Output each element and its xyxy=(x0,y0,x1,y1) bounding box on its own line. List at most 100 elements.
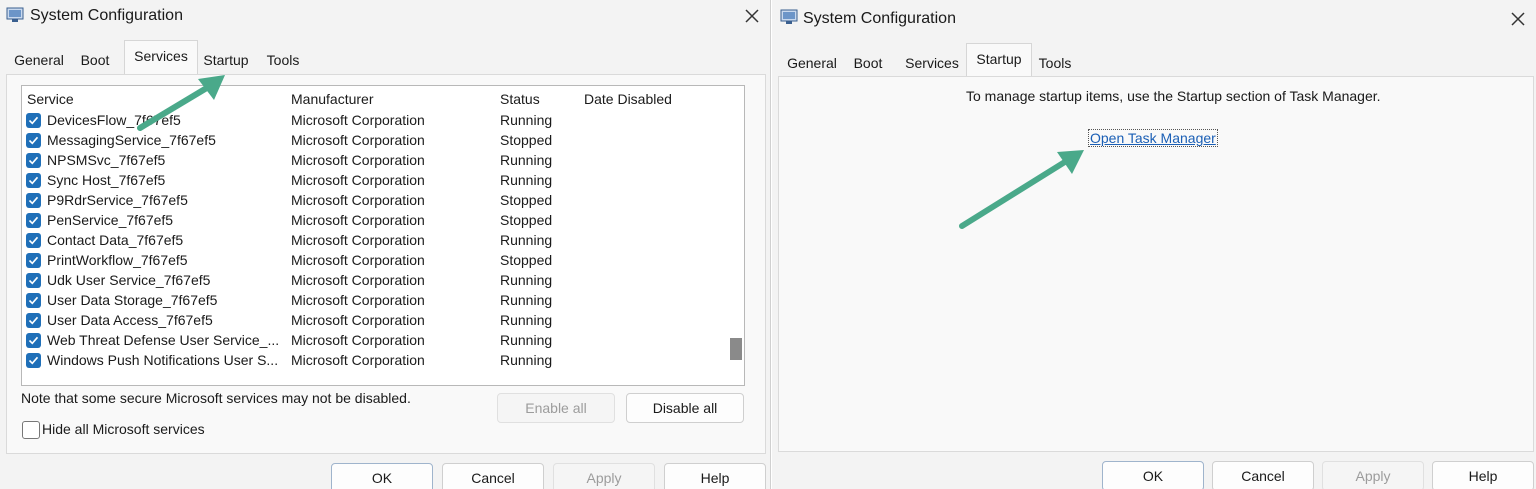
table-row[interactable]: Udk User Service_7f67ef5 Microsoft Corpor… xyxy=(22,271,722,291)
table-row[interactable]: PrintWorkflow_7f67ef5 Microsoft Corporati… xyxy=(22,251,722,271)
tab-startup[interactable]: Startup xyxy=(966,43,1032,78)
table-row[interactable]: P9RdrService_7f67ef5 Microsoft Corporatio… xyxy=(22,191,722,211)
service-status: Running xyxy=(500,172,553,188)
tab-tools[interactable]: Tools xyxy=(260,44,306,74)
window-title: System Configuration xyxy=(803,10,956,27)
service-manufacturer: Microsoft Corporation xyxy=(291,212,425,228)
column-header-status[interactable]: Status xyxy=(500,91,540,107)
system-configuration-window-services: System Configuration General Boot Servic… xyxy=(0,0,771,489)
checkmark-icon xyxy=(28,256,39,265)
table-row[interactable]: User Data Storage_7f67ef5 Microsoft Corpo… xyxy=(22,291,722,311)
ok-button[interactable]: OK xyxy=(1102,461,1204,489)
service-checkbox[interactable] xyxy=(26,333,41,348)
service-manufacturer: Microsoft Corporation xyxy=(291,172,425,188)
open-task-manager-link[interactable]: Open Task Manager xyxy=(1088,129,1218,147)
apply-button[interactable]: Apply xyxy=(553,463,655,489)
service-checkbox[interactable] xyxy=(26,273,41,288)
column-header-manufacturer[interactable]: Manufacturer xyxy=(291,91,373,107)
checkmark-icon xyxy=(28,336,39,345)
scrollbar-thumb[interactable] xyxy=(730,338,742,360)
ok-button[interactable]: OK xyxy=(331,463,433,489)
table-row[interactable]: DevicesFlow_7f67ef5 Microsoft Corporation… xyxy=(22,111,722,131)
cancel-button[interactable]: Cancel xyxy=(1212,461,1314,489)
service-checkbox[interactable] xyxy=(26,193,41,208)
service-manufacturer: Microsoft Corporation xyxy=(291,312,425,328)
title-bar[interactable]: System Configuration xyxy=(772,0,1536,34)
service-checkbox[interactable] xyxy=(26,313,41,328)
service-checkbox[interactable] xyxy=(26,173,41,188)
checkmark-icon xyxy=(28,356,39,365)
close-icon[interactable] xyxy=(1507,8,1529,30)
system-config-icon xyxy=(780,9,798,24)
scrollbar[interactable] xyxy=(726,86,744,385)
table-row[interactable]: PenService_7f67ef5 Microsoft Corporation S… xyxy=(22,211,722,231)
service-checkbox[interactable] xyxy=(26,133,41,148)
service-name: PrintWorkflow_7f67ef5 xyxy=(47,252,188,268)
system-config-icon xyxy=(6,7,24,22)
tab-startup[interactable]: Startup xyxy=(198,44,254,74)
service-status: Running xyxy=(500,352,553,368)
service-status: Running xyxy=(500,292,553,308)
disable-all-button[interactable]: Disable all xyxy=(626,393,744,423)
column-header-date-disabled[interactable]: Date Disabled xyxy=(584,91,672,107)
column-header-service[interactable]: Service xyxy=(27,91,74,107)
service-status: Running xyxy=(500,152,553,168)
title-bar[interactable]: System Configuration xyxy=(0,0,770,34)
tab-services[interactable]: Services xyxy=(124,40,198,75)
services-list[interactable]: Service Manufacturer Status Date Disable… xyxy=(21,85,745,386)
tab-services[interactable]: Services xyxy=(900,47,964,77)
service-checkbox[interactable] xyxy=(26,293,41,308)
service-manufacturer: Microsoft Corporation xyxy=(291,132,425,148)
service-status: Running xyxy=(500,232,553,248)
table-row[interactable]: NPSMSvc_7f67ef5 Microsoft Corporation Runn… xyxy=(22,151,722,171)
service-manufacturer: Microsoft Corporation xyxy=(291,152,425,168)
checkmark-icon xyxy=(28,316,39,325)
service-checkbox[interactable] xyxy=(26,113,41,128)
enable-all-button[interactable]: Enable all xyxy=(497,393,615,423)
tab-boot[interactable]: Boot xyxy=(72,44,118,74)
service-name: PenService_7f67ef5 xyxy=(47,212,174,228)
service-manufacturer: Microsoft Corporation xyxy=(291,352,425,368)
apply-button[interactable]: Apply xyxy=(1322,461,1424,489)
tab-boot[interactable]: Boot xyxy=(848,47,888,77)
cancel-button[interactable]: Cancel xyxy=(442,463,544,489)
close-icon[interactable] xyxy=(741,5,763,27)
table-row[interactable]: Web Threat Defense User Service_... Micro… xyxy=(22,331,722,351)
checkmark-icon xyxy=(28,296,39,305)
tab-tools[interactable]: Tools xyxy=(1032,47,1078,77)
service-status: Running xyxy=(500,332,553,348)
help-button[interactable]: Help xyxy=(664,463,766,489)
checkmark-icon xyxy=(28,116,39,125)
service-checkbox[interactable] xyxy=(26,153,41,168)
tab-general[interactable]: General xyxy=(784,47,840,77)
service-name: DevicesFlow_7f67ef5 xyxy=(47,112,181,128)
table-row[interactable]: Windows Push Notifications User S... Micr… xyxy=(22,351,722,371)
service-name: Sync Host_7f67ef5 xyxy=(47,172,166,188)
service-checkbox[interactable] xyxy=(26,353,41,368)
tab-general[interactable]: General xyxy=(8,44,70,74)
service-name: Windows Push Notifications User S... xyxy=(47,352,279,368)
service-name: P9RdrService_7f67ef5 xyxy=(47,192,188,208)
startup-info-text: To manage startup items, use the Startup… xyxy=(966,88,1381,104)
service-name: NPSMSvc_7f67ef5 xyxy=(47,152,166,168)
checkmark-icon xyxy=(28,136,39,145)
service-name: User Data Storage_7f67ef5 xyxy=(47,292,218,308)
table-row[interactable]: Sync Host_7f67ef5 Microsoft Corporation Ru… xyxy=(22,171,722,191)
table-row[interactable]: Contact Data_7f67ef5 Microsoft Corporatio… xyxy=(22,231,722,251)
service-checkbox[interactable] xyxy=(26,213,41,228)
service-name: User Data Access_7f67ef5 xyxy=(47,312,213,328)
table-row[interactable]: User Data Access_7f67ef5 Microsoft Corpor… xyxy=(22,311,722,331)
service-checkbox[interactable] xyxy=(26,253,41,268)
service-manufacturer: Microsoft Corporation xyxy=(291,232,425,248)
checkmark-icon xyxy=(28,176,39,185)
service-manufacturer: Microsoft Corporation xyxy=(291,252,425,268)
service-name: Web Threat Defense User Service_... xyxy=(47,332,280,348)
table-row[interactable]: MessagingService_7f67ef5 Microsoft Corpor… xyxy=(22,131,722,151)
service-manufacturer: Microsoft Corporation xyxy=(291,192,425,208)
service-manufacturer: Microsoft Corporation xyxy=(291,292,425,308)
service-checkbox[interactable] xyxy=(26,233,41,248)
hide-microsoft-services-label: Hide all Microsoft services xyxy=(42,421,205,437)
help-button[interactable]: Help xyxy=(1432,461,1534,489)
checkmark-icon xyxy=(28,156,39,165)
hide-microsoft-services-checkbox[interactable] xyxy=(22,421,40,439)
